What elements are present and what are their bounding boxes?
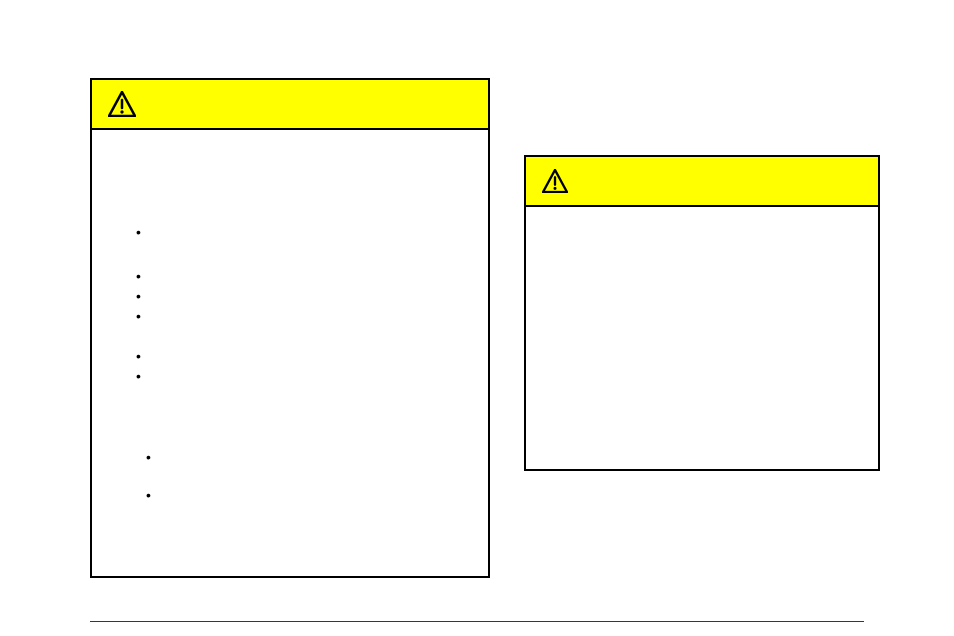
bullet: • — [136, 269, 141, 283]
warning-icon — [108, 91, 136, 117]
bullet-group-a: • • • • • • — [136, 225, 141, 383]
bullet: • — [136, 349, 141, 363]
warning-panel-left-header — [92, 80, 488, 130]
warning-panel-left-body: • • • • • • • • — [92, 130, 488, 576]
warning-icon — [542, 169, 568, 193]
warning-panel-left: • • • • • • • • — [90, 78, 490, 578]
warning-panel-right — [524, 155, 880, 471]
bullet: • — [136, 225, 141, 239]
bullet: • — [146, 450, 151, 464]
warning-panel-right-header — [526, 157, 878, 207]
footer-divider — [90, 621, 864, 622]
bullet: • — [136, 369, 141, 383]
bullet: • — [136, 289, 141, 303]
bullet-group-b: • • — [146, 450, 151, 502]
bullet: • — [146, 488, 151, 502]
warning-panel-right-body — [526, 207, 878, 469]
bullet: • — [136, 309, 141, 323]
